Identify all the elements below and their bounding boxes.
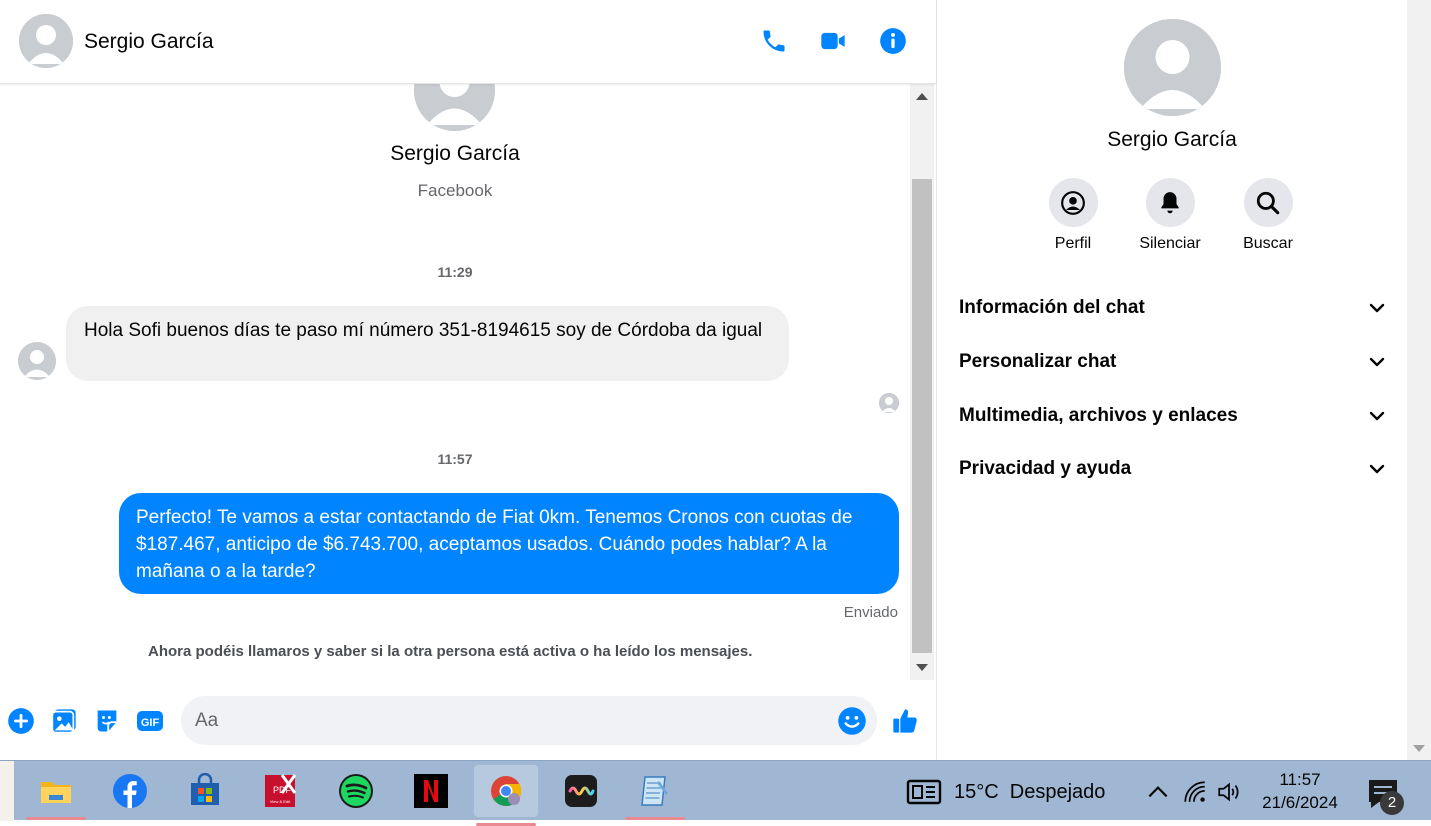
chat-notice: Ahora podéis llamaros y saber si la otra…: [148, 643, 753, 660]
section-chat-info[interactable]: Información del chat: [959, 288, 1387, 328]
contact-name[interactable]: Sergio García: [84, 30, 214, 54]
section-label: Información del chat: [959, 297, 1145, 318]
outgoing-message[interactable]: Perfecto! Te vamos a estar contactando d…: [119, 493, 899, 594]
mute-button[interactable]: Silenciar: [1120, 178, 1220, 253]
messenger-window: Sergio García Sergio García Facebook 11:…: [0, 0, 1431, 760]
section-label: Multimedia, archivos y enlaces: [959, 405, 1238, 426]
weather-text: 15°C Despejado: [954, 780, 1106, 803]
chevron-up-icon[interactable]: [1145, 779, 1171, 805]
spotify-icon[interactable]: [336, 771, 376, 811]
taskbar: PDF View & Edit 15°C Despejado 11:57 21/6…: [0, 760, 1431, 826]
chat-header: Sergio García: [0, 0, 936, 84]
message-timestamp: 11:57: [437, 451, 473, 467]
notepad-icon[interactable]: [625, 771, 685, 820]
netflix-icon[interactable]: [411, 771, 451, 811]
page-scroll-down-arrow[interactable]: [1413, 745, 1425, 752]
scroll-down-arrow[interactable]: [916, 664, 928, 671]
svg-text:GIF: GIF: [141, 717, 160, 729]
chat-details-panel: Sergio García Perfil Silenciar Buscar In…: [936, 0, 1406, 760]
volume-icon[interactable]: [1216, 779, 1242, 805]
emoji-icon[interactable]: [837, 706, 867, 736]
clock-time: 11:57: [1279, 770, 1321, 789]
section-label: Personalizar chat: [959, 351, 1117, 372]
plus-icon[interactable]: [6, 706, 36, 736]
section-label: Privacidad y ayuda: [959, 458, 1132, 479]
like-icon[interactable]: [890, 706, 920, 736]
chevron-down-icon: [1369, 303, 1385, 313]
seen-indicator-avatar: [879, 393, 899, 413]
info-icon[interactable]: [877, 25, 909, 57]
profile-button[interactable]: Perfil: [1023, 178, 1123, 253]
section-customize-chat[interactable]: Personalizar chat: [959, 342, 1387, 382]
wifi-icon[interactable]: [1182, 779, 1208, 805]
search-icon: [1243, 178, 1293, 227]
microsoft-store-icon[interactable]: [185, 771, 225, 811]
intro-contact-name: Sergio García: [390, 142, 520, 165]
mute-label: Silenciar: [1139, 235, 1201, 252]
sound-app-icon[interactable]: [561, 771, 601, 811]
chevron-down-icon: [1369, 411, 1385, 421]
profile-icon: [1048, 178, 1098, 227]
section-media-files-links[interactable]: Multimedia, archivos y enlaces: [959, 396, 1387, 436]
scroll-thumb[interactable]: [912, 179, 932, 653]
contact-avatar-large: [414, 84, 495, 131]
message-composer: GIF: [0, 680, 936, 760]
pdf-editor-icon[interactable]: PDF View & Edit: [260, 771, 300, 811]
file-explorer-icon[interactable]: [26, 771, 86, 820]
messages-scrollbar[interactable]: [910, 84, 934, 680]
search-button[interactable]: Buscar: [1218, 178, 1318, 253]
sticker-icon[interactable]: [92, 706, 122, 736]
panel-contact-name: Sergio García: [1107, 128, 1237, 151]
message-list[interactable]: Sergio García Facebook 11:29 Hola Sofi b…: [0, 84, 910, 680]
svg-text:View & Edit: View & Edit: [270, 799, 291, 804]
chevron-down-icon: [1369, 464, 1385, 474]
sender-avatar: [18, 342, 56, 380]
chevron-down-icon: [1369, 357, 1385, 367]
message-timestamp: 11:29: [437, 264, 473, 280]
notification-badge: 2: [1380, 791, 1404, 815]
gif-icon[interactable]: GIF: [135, 706, 165, 736]
message-input[interactable]: [195, 696, 825, 745]
message-input-container: [181, 696, 877, 745]
search-label: Buscar: [1243, 235, 1293, 252]
clock-date: 21/6/2024: [1262, 793, 1338, 812]
weather-news-icon: [906, 779, 942, 805]
panel-contact-avatar: [1124, 19, 1221, 116]
message-status: Enviado: [843, 604, 898, 621]
system-clock[interactable]: 11:57 21/6/2024: [1250, 768, 1350, 814]
incoming-message[interactable]: Hola Sofi buenos días te paso mí número …: [66, 306, 789, 381]
bell-icon: [1145, 178, 1195, 227]
facebook-icon[interactable]: [110, 771, 150, 811]
svg-text:PDF: PDF: [273, 785, 292, 795]
weather-widget[interactable]: 15°C Despejado: [906, 777, 1105, 807]
intro-contact-source: Facebook: [417, 181, 493, 200]
page-scrollbar[interactable]: [1407, 0, 1431, 760]
desktop-edge: [0, 761, 14, 821]
profile-label: Perfil: [1054, 235, 1092, 252]
scroll-up-arrow[interactable]: [916, 93, 928, 100]
video-icon[interactable]: [817, 25, 849, 57]
section-privacy-help[interactable]: Privacidad y ayuda: [959, 449, 1387, 489]
image-icon[interactable]: [49, 706, 79, 736]
chrome-icon[interactable]: [474, 765, 538, 826]
phone-icon[interactable]: [758, 25, 790, 57]
contact-avatar[interactable]: [19, 14, 73, 68]
